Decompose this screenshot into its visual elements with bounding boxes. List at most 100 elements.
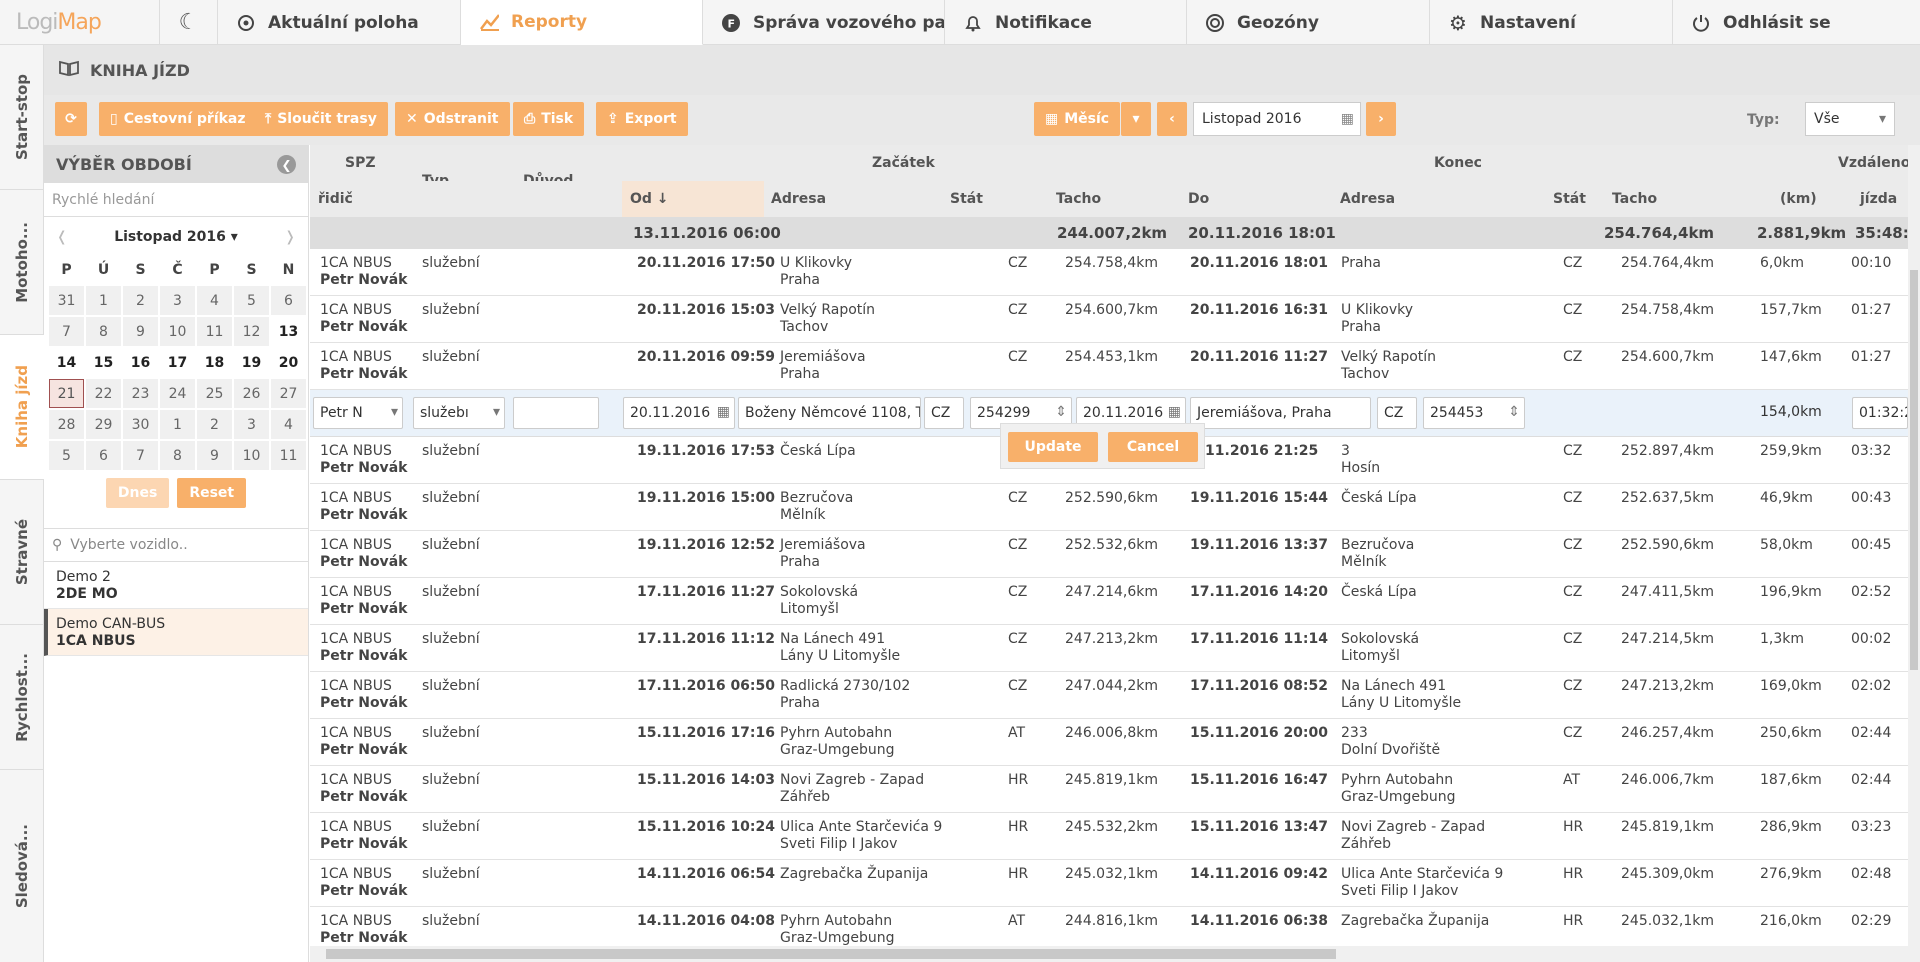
calendar-grid-icon[interactable]: ▦ — [1341, 111, 1354, 127]
tab-notifikace[interactable]: Notifikace — [945, 0, 1187, 45]
calendar-day[interactable]: 25 — [197, 379, 232, 408]
calendar-day[interactable]: 3 — [160, 286, 195, 315]
calendar-day[interactable]: 7 — [49, 317, 84, 346]
header-stat-end[interactable]: Stát — [1553, 181, 1586, 217]
header-stat-start[interactable]: Stát — [950, 181, 983, 217]
calendar-day[interactable]: 19 — [234, 348, 269, 377]
calendar-day[interactable]: 27 — [271, 379, 306, 408]
stat-end-input[interactable]: CZ — [1377, 397, 1417, 429]
calendar-day[interactable]: 21 — [49, 379, 84, 408]
calendar-day[interactable]: 30 — [123, 410, 158, 439]
header-od-sorted[interactable]: Od ↓ — [622, 181, 764, 217]
calendar-day[interactable]: 1 — [86, 286, 121, 315]
calendar-day[interactable]: 16 — [123, 348, 158, 377]
spinner-icon[interactable]: ⇕ — [1053, 404, 1067, 420]
calendar-day[interactable]: 12 — [234, 317, 269, 346]
calendar-day[interactable]: 15 — [86, 348, 121, 377]
vertical-scrollbar[interactable] — [1908, 145, 1920, 962]
table-row[interactable]: 1CA NBUS Petr Novák služební 15.11.2016 14:… — [310, 766, 1908, 813]
typ-select[interactable]: Vše ▾ — [1805, 102, 1895, 136]
tab-aktualni-poloha[interactable]: Aktuální poloha — [218, 0, 461, 45]
calendar-icon[interactable]: ▦ — [1165, 404, 1181, 420]
prev-period-button[interactable]: ‹ — [1157, 102, 1187, 136]
tab-reporty[interactable]: Reporty — [461, 0, 703, 45]
chevron-right-icon[interactable]: ❭ — [284, 229, 296, 245]
calendar-day[interactable]: 26 — [234, 379, 269, 408]
calendar-month-select[interactable]: Listopad 2016 ▾ — [114, 229, 238, 245]
table-row[interactable]: 1CA NBUS Petr Novák služební 20.11.2016 15:… — [310, 296, 1908, 343]
calendar-day[interactable]: 4 — [197, 286, 232, 315]
calendar-day[interactable]: 4 — [271, 410, 306, 439]
scroll-thumb[interactable] — [1910, 270, 1918, 670]
scroll-thumb[interactable] — [326, 949, 1336, 959]
dark-mode-toggle[interactable]: ☾ — [160, 0, 218, 44]
header-km[interactable]: (km) — [1780, 181, 1817, 217]
side-tab-kniha-jizd[interactable]: Kniha jízd — [0, 335, 44, 480]
tab-sprava-vozoveho-parku[interactable]: F Správa vozového pa... — [703, 0, 945, 45]
calendar-day[interactable]: 10 — [160, 317, 195, 346]
duvod-input[interactable] — [513, 397, 599, 429]
tab-odhlasit[interactable]: Odhlásit se — [1673, 0, 1920, 45]
calendar-day[interactable]: 20 — [271, 348, 306, 377]
reset-button[interactable]: Reset — [177, 478, 247, 508]
logo[interactable]: Logi Map — [0, 0, 160, 45]
header-jizda[interactable]: jízda — [1860, 181, 1897, 217]
tacho-end-input[interactable]: 254453 ⇕ — [1423, 397, 1525, 429]
spinner-icon[interactable]: ⇕ — [1506, 404, 1520, 420]
table-row[interactable]: 1CA NBUS Petr Novák služební 17.11.2016 11:… — [310, 578, 1908, 625]
header-tacho-end[interactable]: Tacho — [1612, 181, 1657, 217]
side-tab-rychlost[interactable]: Rychlost... — [0, 625, 44, 770]
calendar-day[interactable]: 2 — [123, 286, 158, 315]
calendar-day[interactable]: 10 — [234, 441, 269, 470]
address-end-input[interactable]: Jeremiášova, Praha — [1190, 397, 1371, 429]
update-button[interactable]: Update — [1008, 432, 1098, 462]
cancel-button[interactable]: Cancel — [1108, 432, 1198, 462]
calendar-day[interactable]: 14 — [49, 348, 84, 377]
table-row[interactable]: 1CA NBUS Petr Novák služební 17.11.2016 06:… — [310, 672, 1908, 719]
collapse-panel-icon[interactable]: ❮ — [277, 155, 296, 174]
tisk-button[interactable]: ⎙ Tisk — [513, 102, 585, 136]
table-row[interactable]: 1CA NBUS Petr Novák služební 15.11.2016 10:… — [310, 813, 1908, 860]
header-tacho-start[interactable]: Tacho — [1056, 181, 1101, 217]
chevron-down-icon[interactable]: ▾ — [388, 404, 398, 420]
table-row[interactable]: 1CA NBUS Petr Novák služební 14.11.2016 04:… — [310, 907, 1908, 945]
calendar-day[interactable]: 23 — [123, 379, 158, 408]
export-button[interactable]: ⇪ Export — [596, 102, 688, 136]
tab-nastaveni[interactable]: ⚙ Nastavení — [1430, 0, 1673, 45]
calendar-day[interactable]: 31 — [49, 286, 84, 315]
calendar-icon[interactable]: ▦ — [714, 404, 730, 420]
table-row[interactable]: 1CA NBUS Petr Novák služební 17.11.2016 11:… — [310, 625, 1908, 672]
calendar-day[interactable]: 3 — [234, 410, 269, 439]
calendar-day[interactable]: 28 — [49, 410, 84, 439]
calendar-day[interactable]: 2 — [197, 410, 232, 439]
calendar-day[interactable]: 8 — [160, 441, 195, 470]
time-input[interactable]: 01:32:2 — [1852, 397, 1908, 429]
cestovni-prikaz-button[interactable]: ▯ Cestovní příkaz — [99, 102, 257, 136]
side-tab-stravne[interactable]: Stravné — [0, 480, 44, 625]
calendar-day[interactable]: 17 — [160, 348, 195, 377]
table-row[interactable]: 1CA NBUS Petr Novák služební 14.11.2016 06:… — [310, 860, 1908, 907]
odstranit-button[interactable]: ✕ Odstranit — [395, 102, 510, 136]
table-row[interactable]: 1CA NBUS Petr Novák služební 20.11.2016 17:… — [310, 249, 1908, 296]
od-datetime-input[interactable]: 20.11.2016 0 ▦ — [623, 397, 735, 429]
side-tab-motohodiny[interactable]: Motoho... — [0, 190, 44, 335]
calendar-day[interactable]: 5 — [234, 286, 269, 315]
calendar-day[interactable]: 9 — [197, 441, 232, 470]
calendar-day[interactable]: 18 — [197, 348, 232, 377]
month-input[interactable]: Listopad 2016 ▦ — [1193, 102, 1361, 136]
chevron-down-icon[interactable]: ▾ — [490, 404, 500, 420]
refresh-button[interactable]: ⟳ — [55, 102, 87, 136]
table-row[interactable]: 1CA NBUS Petr Novák služební 15.11.2016 17:… — [310, 719, 1908, 766]
side-tab-sledovani[interactable]: Sledová... — [0, 770, 44, 962]
calendar-day[interactable]: 24 — [160, 379, 195, 408]
sloucit-trasy-button[interactable]: ⤒ Sloučit trasy — [254, 102, 388, 136]
calendar-day[interactable]: 13 — [271, 317, 306, 346]
calendar-day[interactable]: 22 — [86, 379, 121, 408]
header-do[interactable]: Do — [1188, 181, 1209, 217]
calendar-day[interactable]: 11 — [271, 441, 306, 470]
address-start-input[interactable]: Boženy Němcové 1108, Třebo — [738, 397, 921, 429]
calendar-day[interactable]: 7 — [123, 441, 158, 470]
side-tab-start-stop[interactable]: Start-stop — [0, 45, 44, 190]
calendar-day[interactable]: 6 — [271, 286, 306, 315]
calendar-day[interactable]: 5 — [49, 441, 84, 470]
